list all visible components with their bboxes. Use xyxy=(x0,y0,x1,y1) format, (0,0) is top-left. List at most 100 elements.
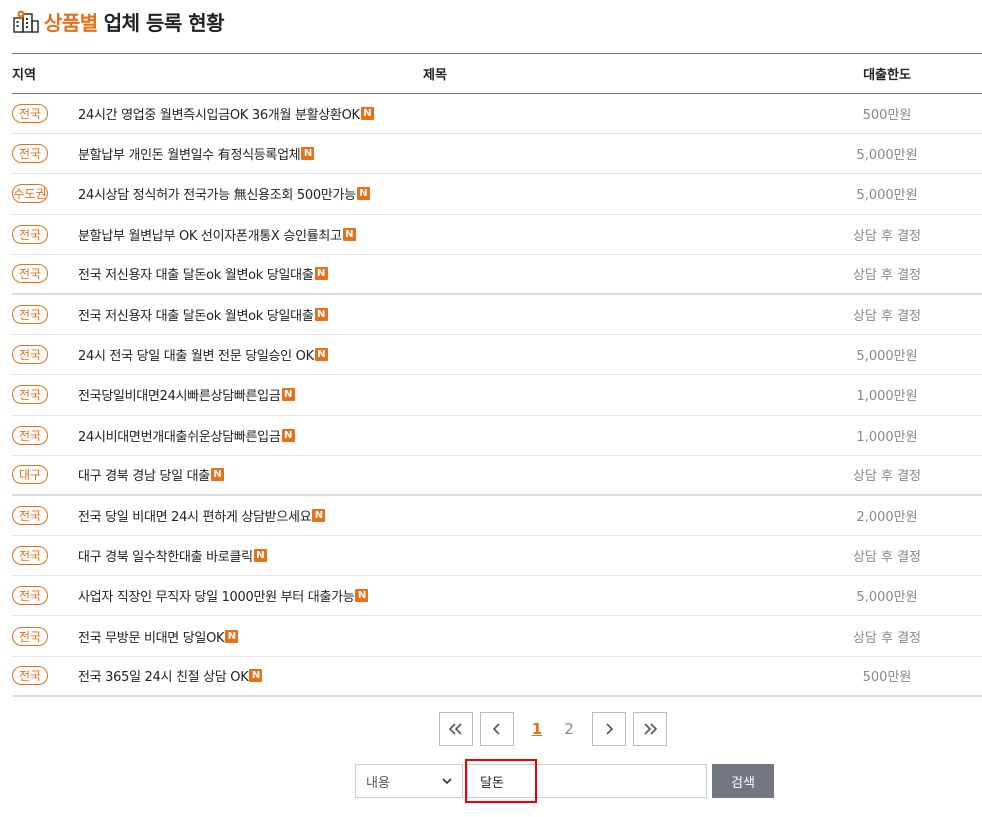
region-badge: 전국 xyxy=(12,546,48,566)
row-title[interactable]: 24시 전국 당일 대출 월변 전문 당일승인 OK N xyxy=(78,345,792,364)
search-field-select[interactable]: 내용 xyxy=(355,764,463,798)
new-badge: N xyxy=(312,508,326,522)
new-badge: N xyxy=(360,107,374,121)
search-button[interactable]: 검색 xyxy=(712,764,774,798)
region-badge: 전국 xyxy=(12,425,48,445)
region-cell: 전국 xyxy=(12,505,78,525)
row-limit: 상담 후 결정 xyxy=(852,550,922,566)
page-1-link[interactable]: 1 xyxy=(521,720,553,738)
row-title[interactable]: 전국 저신용자 대출 달돈ok 월변ok 당일대출 N xyxy=(78,264,792,283)
new-badge: N xyxy=(249,669,263,683)
table-row[interactable]: 전국 24시간 영업중 월변즉시입금OK 36개월 분활상환OK N 500만원 xyxy=(12,94,982,135)
new-badge: N xyxy=(281,428,295,442)
row-title[interactable]: 24시비대면번개대출쉬운상담빠른입금 N xyxy=(78,426,792,445)
row-title[interactable]: 사업자 직장인 무직자 당일 1000만원 부터 대출가능 N xyxy=(78,586,792,605)
table-row[interactable]: 대구 대구 경북 경남 당일 대출 N 상담 후 결정 xyxy=(12,456,982,496)
row-title-text: 전국 저신용자 대출 달돈ok 월변ok 당일대출 xyxy=(78,268,314,284)
building-location-icon xyxy=(13,10,39,33)
table-row[interactable]: 전국 전국 당일 비대면 24시 편하게 상담받으세요 N 2,000만원 xyxy=(12,496,982,537)
row-title[interactable]: 대구 경북 일수착한대출 바로클릭 N xyxy=(78,546,792,565)
row-title[interactable]: 분할납부 개인돈 월변일수 有정식등록업체 N xyxy=(78,144,792,163)
new-badge: N xyxy=(314,267,328,281)
region-cell: 전국 xyxy=(12,586,78,606)
search-input[interactable]: 달돈 xyxy=(465,759,707,803)
new-badge: N xyxy=(342,227,356,241)
new-badge: N xyxy=(314,348,328,362)
region-cell: 전국 xyxy=(12,224,78,244)
row-title[interactable]: 24시상담 정식허가 전국가능 無신용조회 500만가능 N xyxy=(78,184,792,203)
row-title-text: 24시 전국 당일 대출 월변 전문 당일승인 OK xyxy=(78,349,314,365)
new-badge: N xyxy=(356,187,370,201)
row-title[interactable]: 분할납부 월변납부 OK 선이자폰개통X 승인률최고 N xyxy=(78,225,792,244)
region-cell: 전국 xyxy=(12,546,78,566)
table-row[interactable]: 전국 24시 전국 당일 대출 월변 전문 당일승인 OK N 5,000만원 xyxy=(12,335,982,376)
region-cell: 전국 xyxy=(12,305,78,325)
region-cell: 전국 xyxy=(12,104,78,124)
region-cell: 전국 xyxy=(12,666,78,686)
new-badge: N xyxy=(225,629,239,643)
new-badge: N xyxy=(314,308,328,322)
next-page-button[interactable] xyxy=(592,712,626,746)
row-limit: 5,000만원 xyxy=(856,590,918,606)
row-limit: 500만원 xyxy=(862,108,912,124)
region-badge: 전국 xyxy=(12,144,48,164)
row-title-text: 24시비대면번개대출쉬운상담빠른입금 xyxy=(78,429,281,445)
chevron-left-icon xyxy=(492,723,500,735)
table-row[interactable]: 전국 전국 저신용자 대출 달돈ok 월변ok 당일대출 N 상담 후 결정 xyxy=(12,295,982,336)
row-title[interactable]: 전국 당일 비대면 24시 편하게 상담받으세요 N xyxy=(78,506,792,525)
table-row[interactable]: 전국 전국 365일 24시 친절 상담 OK N 500만원 xyxy=(12,657,982,697)
table-row[interactable]: 전국 대구 경북 일수착한대출 바로클릭 N 상담 후 결정 xyxy=(12,536,982,577)
row-limit: 5,000만원 xyxy=(856,188,918,204)
table-row[interactable]: 전국 전국 무방문 비대면 당일OK N 상담 후 결정 xyxy=(12,616,982,657)
row-title-text: 전국 당일 비대면 24시 편하게 상담받으세요 xyxy=(78,509,312,525)
row-title-text: 전국당일비대면24시빠른상담빠른입금 xyxy=(78,389,281,405)
new-badge: N xyxy=(253,549,267,563)
table-row[interactable]: 수도권 24시상담 정식허가 전국가능 無신용조회 500만가능 N 5,000만원 xyxy=(12,174,982,215)
search-field-value: 내용 xyxy=(366,775,390,791)
region-badge: 전국 xyxy=(12,345,48,365)
column-title: 제목 xyxy=(423,68,447,83)
prev-page-button[interactable] xyxy=(480,712,514,746)
double-chevron-right-icon xyxy=(644,723,658,735)
table-row[interactable]: 전국 분할납부 월변납부 OK 선이자폰개통X 승인률최고 N 상담 후 결정 xyxy=(12,215,982,255)
title-rest: 업체 등록 현황 xyxy=(103,10,225,35)
table-row[interactable]: 전국 분할납부 개인돈 월변일수 有정식등록업체 N 5,000만원 xyxy=(12,134,982,175)
table-row[interactable]: 전국 전국당일비대면24시빠른상담빠른입금 N 1,000만원 xyxy=(12,375,982,416)
region-cell: 전국 xyxy=(12,345,78,365)
row-title[interactable]: 24시간 영업중 월변즉시입금OK 36개월 분활상환OK N xyxy=(78,104,792,123)
row-limit: 1,000만원 xyxy=(856,429,918,445)
row-title-text: 대구 경북 경남 당일 대출 xyxy=(78,469,210,485)
region-badge: 수도권 xyxy=(12,184,48,204)
row-title[interactable]: 전국 저신용자 대출 달돈ok 월변ok 당일대출 N xyxy=(78,305,792,324)
page-2-link[interactable]: 2 xyxy=(553,720,585,738)
row-title-text: 분할납부 월변납부 OK 선이자폰개통X 승인률최고 xyxy=(78,228,342,244)
region-badge: 전국 xyxy=(12,305,48,325)
company-table: 지역 제목 대출한도 전국 24시간 영업중 월변즉시입금OK 36개월 분활상환… xyxy=(12,53,982,697)
region-badge: 전국 xyxy=(12,505,48,525)
chevron-down-icon xyxy=(442,777,452,784)
region-badge: 전국 xyxy=(12,666,48,686)
region-cell: 전국 xyxy=(12,264,78,284)
row-title[interactable]: 대구 경북 경남 당일 대출 N xyxy=(78,465,792,484)
table-row[interactable]: 전국 전국 저신용자 대출 달돈ok 월변ok 당일대출 N 상담 후 결정 xyxy=(12,255,982,295)
table-row[interactable]: 전국 사업자 직장인 무직자 당일 1000만원 부터 대출가능 N 5,000만원 xyxy=(12,576,982,617)
row-limit: 2,000만원 xyxy=(856,509,918,525)
table-header: 지역 제목 대출한도 xyxy=(12,54,982,94)
row-limit: 상담 후 결정 xyxy=(852,630,922,646)
double-chevron-left-icon xyxy=(448,723,462,735)
region-badge: 전국 xyxy=(12,385,48,405)
row-title[interactable]: 전국 365일 24시 친절 상담 OK N xyxy=(78,666,792,685)
table-body: 전국 24시간 영업중 월변즉시입금OK 36개월 분활상환OK N 500만원 전국 분… xyxy=(12,94,982,697)
chevron-right-icon xyxy=(606,723,614,735)
first-page-button[interactable] xyxy=(439,712,473,746)
new-badge: N xyxy=(281,388,295,402)
row-limit: 상담 후 결정 xyxy=(852,228,922,244)
table-row[interactable]: 전국 24시비대면번개대출쉬운상담빠른입금 N 1,000만원 xyxy=(12,416,982,456)
row-title-text: 24시상담 정식허가 전국가능 無신용조회 500만가능 xyxy=(78,188,356,204)
row-title[interactable]: 전국 무방문 비대면 당일OK N xyxy=(78,627,792,646)
row-title[interactable]: 전국당일비대면24시빠른상담빠른입금 N xyxy=(78,385,792,404)
column-limit: 대출한도 xyxy=(863,68,911,83)
row-limit: 5,000만원 xyxy=(856,349,918,365)
row-title-text: 전국 365일 24시 친절 상담 OK xyxy=(78,670,249,686)
last-page-button[interactable] xyxy=(633,712,667,746)
